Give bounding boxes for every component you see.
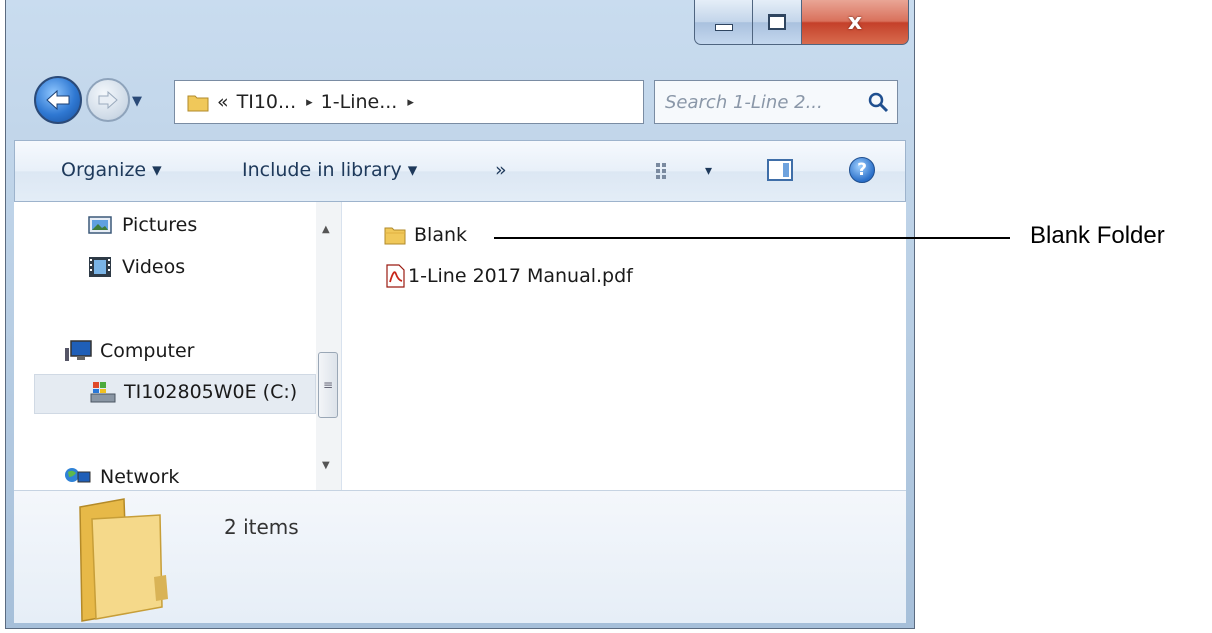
file-list: Blank 1-Line 2017 Manual.pdf	[342, 202, 906, 490]
search-placeholder: Search 1-Line 2...	[665, 91, 823, 113]
grip-icon: ≡	[322, 378, 334, 392]
organize-button[interactable]: Organize ▾	[61, 159, 162, 181]
navigation-pane: Pictures Videos Computer TI102805W0E (C:…	[14, 202, 342, 490]
nav-item-network[interactable]: Network	[64, 466, 179, 488]
nav-item-drive-c[interactable]: TI102805W0E (C:)	[90, 380, 297, 404]
file-name: Blank	[414, 224, 468, 246]
command-bar: Organize ▾ Include in library ▾ » ▾ ?	[14, 140, 906, 202]
maximize-button[interactable]	[753, 0, 802, 45]
breadcrumb-item[interactable]: 1-Line...	[321, 91, 398, 113]
file-item-blank-folder[interactable]: Blank	[384, 224, 467, 246]
computer-icon	[65, 340, 92, 361]
drive-icon	[90, 382, 116, 403]
maximize-icon	[768, 14, 787, 30]
breadcrumb-separator[interactable]: ▸	[407, 95, 414, 110]
nav-item-pictures[interactable]: Pictures	[88, 214, 197, 236]
forward-button[interactable]	[86, 78, 130, 122]
nav-item-label: Network	[100, 466, 180, 488]
nav-item-videos[interactable]: Videos	[88, 256, 185, 278]
change-view-icon[interactable]	[655, 161, 677, 181]
minimize-button[interactable]	[694, 0, 754, 45]
scroll-down-arrow-icon[interactable]: ▼	[322, 460, 330, 471]
folder-icon	[384, 227, 406, 245]
breadcrumb-separator[interactable]: ▸	[306, 95, 313, 110]
recent-pages-button[interactable]: ▼	[132, 94, 142, 109]
search-icon[interactable]	[867, 91, 889, 113]
explorer-window: x ▼ « TI10... ▸ 1-Line... ▸ ▾ Search 1-L…	[5, 0, 915, 629]
back-arrow-icon	[46, 89, 70, 111]
nav-item-computer[interactable]: Computer	[64, 340, 194, 362]
more-commands-button[interactable]: »	[495, 159, 507, 181]
network-icon	[65, 468, 91, 483]
include-in-library-button[interactable]: Include in library ▾	[242, 159, 417, 181]
preview-pane-icon[interactable]	[767, 159, 793, 181]
breadcrumb-overflow[interactable]: «	[217, 91, 229, 113]
callout-line	[494, 237, 1010, 239]
help-button[interactable]: ?	[849, 157, 875, 183]
view-options-dropdown[interactable]: ▾	[705, 163, 712, 179]
folder-icon	[187, 95, 209, 112]
videos-icon	[89, 257, 111, 277]
pictures-icon	[88, 216, 112, 234]
nav-item-label: TI102805W0E (C:)	[124, 381, 298, 403]
pdf-icon	[386, 264, 405, 288]
nav-item-label: Pictures	[122, 214, 198, 236]
forward-arrow-icon	[98, 90, 118, 110]
nav-scrollbar[interactable]: ▲ ≡ ▼	[316, 202, 341, 490]
details-pane: 2 items	[14, 490, 906, 623]
back-button[interactable]	[34, 76, 82, 124]
file-name: 1-Line 2017 Manual.pdf	[408, 265, 633, 287]
nav-item-label: Videos	[122, 256, 186, 278]
callout-label: Blank Folder	[1030, 222, 1165, 249]
close-icon: x	[847, 9, 863, 35]
address-bar[interactable]: « TI10... ▸ 1-Line... ▸ ▾	[174, 80, 802, 124]
caption-buttons: x	[694, 0, 909, 46]
minimize-icon	[714, 23, 733, 31]
scroll-thumb[interactable]: ≡	[318, 352, 338, 418]
file-item-manual-pdf[interactable]: 1-Line 2017 Manual.pdf	[384, 264, 633, 288]
close-button[interactable]: x	[802, 0, 909, 45]
item-count: 2 items	[224, 515, 299, 539]
breadcrumb-item[interactable]: TI10...	[237, 91, 297, 113]
search-input[interactable]: Search 1-Line 2...	[654, 80, 898, 124]
scroll-up-arrow-icon[interactable]: ▲	[322, 224, 330, 235]
large-folder-icon	[79, 498, 168, 622]
nav-item-label: Computer	[100, 340, 195, 362]
